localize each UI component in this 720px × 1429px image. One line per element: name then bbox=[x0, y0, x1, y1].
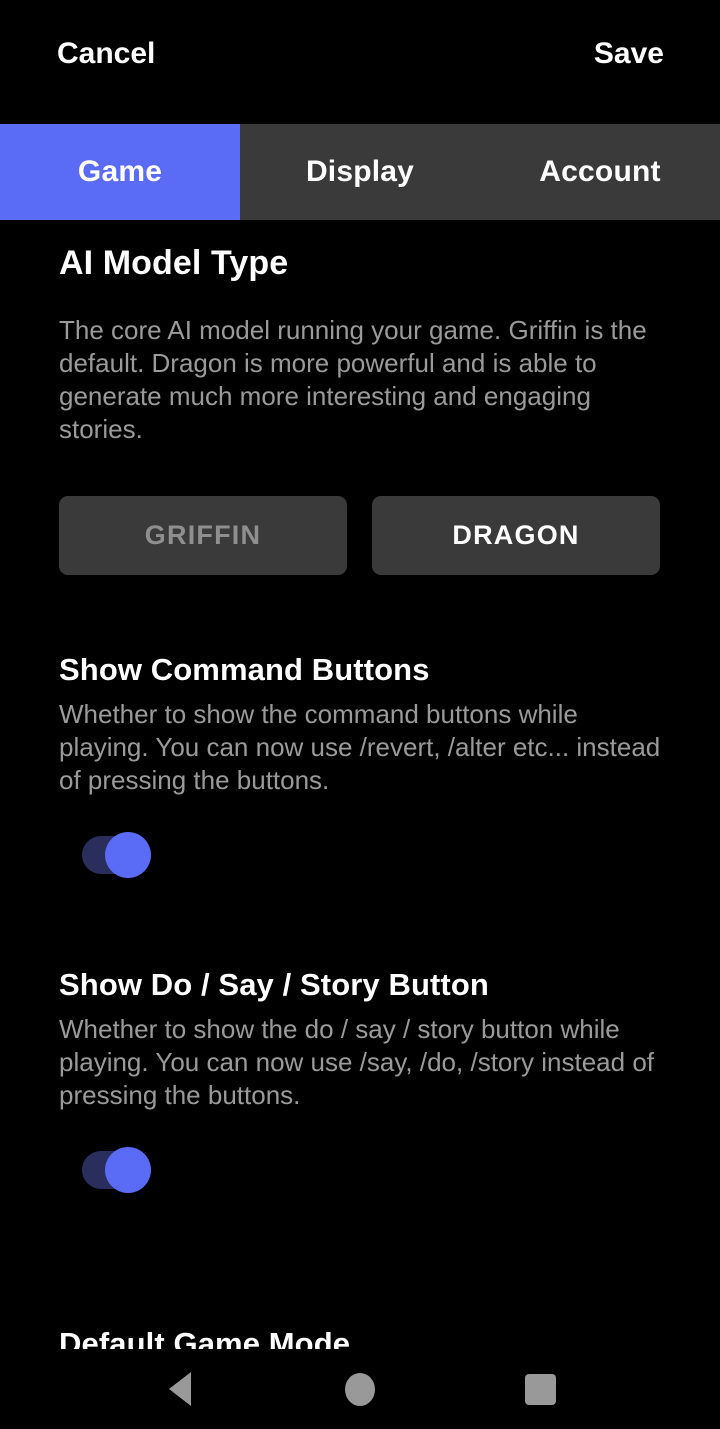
show-command-buttons-toggle[interactable] bbox=[82, 832, 174, 878]
nav-back-button[interactable] bbox=[120, 1349, 240, 1429]
ai-model-option-row: GRIFFIN DRAGON bbox=[59, 496, 660, 575]
ai-model-type-heading: AI Model Type bbox=[59, 244, 289, 282]
section-ai-model-type: AI Model Type The core AI model running … bbox=[0, 220, 720, 650]
show-command-buttons-heading: Show Command Buttons bbox=[59, 652, 430, 687]
tab-account-label: Account bbox=[539, 155, 661, 188]
toggle-thumb bbox=[105, 1147, 151, 1193]
tab-display-label: Display bbox=[305, 155, 415, 188]
android-nav-bar bbox=[0, 1349, 720, 1429]
settings-tab-bar: Game Display Account bbox=[0, 124, 720, 220]
default-game-mode-heading: Default Game Mode bbox=[59, 1326, 351, 1349]
app-screen: Cancel Save Game Display Account AI Mode… bbox=[0, 0, 720, 1429]
tab-game[interactable]: Game bbox=[0, 124, 240, 220]
settings-content[interactable]: AI Model Type The core AI model running … bbox=[0, 220, 720, 1349]
cancel-button[interactable]: Cancel bbox=[57, 36, 155, 72]
ai-model-type-description: The core AI model running your game. Gri… bbox=[59, 315, 647, 444]
save-button[interactable]: Save bbox=[594, 36, 664, 72]
griffin-option-button[interactable]: GRIFFIN bbox=[59, 496, 347, 575]
tab-account[interactable]: Account bbox=[480, 124, 720, 220]
back-icon bbox=[169, 1372, 191, 1406]
section-show-do-say-story-button: Show Do / Say / Story Button Whether to … bbox=[0, 965, 720, 1280]
toggle-thumb bbox=[105, 832, 151, 878]
tab-game-label: Game bbox=[77, 155, 163, 188]
section-default-game-mode: Default Game Mode bbox=[0, 1280, 720, 1349]
show-do-say-story-toggle[interactable] bbox=[82, 1147, 174, 1193]
nav-home-button[interactable] bbox=[300, 1349, 420, 1429]
top-action-bar: Cancel Save bbox=[0, 0, 720, 124]
tab-display[interactable]: Display bbox=[240, 124, 480, 220]
recent-apps-icon bbox=[524, 1373, 556, 1405]
show-do-say-story-heading: Show Do / Say / Story Button bbox=[59, 967, 489, 1002]
home-icon bbox=[345, 1372, 375, 1406]
show-command-buttons-description: Whether to show the command buttons whil… bbox=[59, 699, 661, 795]
dragon-option-button[interactable]: DRAGON bbox=[372, 496, 660, 575]
show-do-say-story-description: Whether to show the do / say / story but… bbox=[59, 1014, 655, 1110]
section-show-command-buttons: Show Command Buttons Whether to show the… bbox=[0, 650, 720, 965]
nav-recent-apps-button[interactable] bbox=[480, 1349, 600, 1429]
